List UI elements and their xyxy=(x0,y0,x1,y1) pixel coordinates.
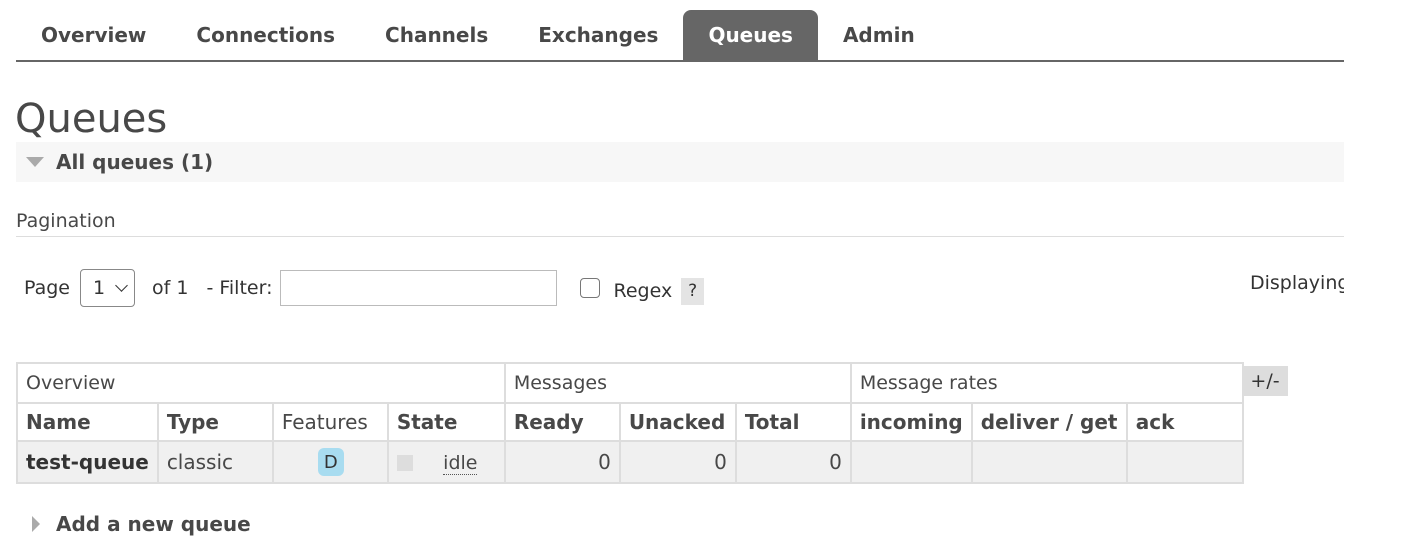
section-label: All queues (1) xyxy=(56,150,214,174)
tab-exchanges[interactable]: Exchanges xyxy=(513,10,683,60)
main-nav-tabs: Overview Connections Channels Exchanges … xyxy=(16,10,1344,62)
queue-ready: 0 xyxy=(503,440,621,484)
queue-type: classic xyxy=(156,440,274,484)
state-indicator-icon xyxy=(396,455,413,472)
queue-state: idle xyxy=(386,440,506,484)
table-header-row: Name Type Features State Ready Unacked T… xyxy=(16,402,1244,442)
col-ready[interactable]: Ready xyxy=(503,402,621,442)
group-messages: Messages xyxy=(503,362,852,404)
queue-unacked: 0 xyxy=(618,440,737,484)
rabbitmq-management-page: Overview Connections Channels Exchanges … xyxy=(0,0,1410,554)
col-incoming[interactable]: incoming xyxy=(849,402,973,442)
pagination-controls: Page 1 of 1 - Filter: Regex ? xyxy=(24,268,705,308)
group-overview: Overview xyxy=(16,362,506,404)
collapse-triangle-icon xyxy=(26,157,44,167)
chevron-down-icon xyxy=(115,279,128,292)
filter-input[interactable] xyxy=(280,270,558,306)
col-deliver-get[interactable]: deliver / get xyxy=(970,402,1128,442)
col-ack[interactable]: ack xyxy=(1125,402,1244,442)
tab-overview[interactable]: Overview xyxy=(16,10,171,60)
pagination-heading: Pagination xyxy=(16,210,1344,237)
queue-incoming xyxy=(849,440,973,484)
filter-label: - Filter: xyxy=(206,277,273,299)
tab-admin[interactable]: Admin xyxy=(818,10,940,60)
state-text: idle xyxy=(443,452,478,476)
page-label: Page xyxy=(24,277,70,299)
add-queue-label: Add a new queue xyxy=(56,512,251,536)
durable-badge: D xyxy=(317,448,344,476)
col-type[interactable]: Type xyxy=(156,402,274,442)
all-queues-toggle[interactable]: All queues (1) xyxy=(16,142,1344,182)
page-of-label: of 1 xyxy=(152,277,189,299)
group-message-rates: Message rates xyxy=(849,362,1244,404)
col-state[interactable]: State xyxy=(386,402,506,442)
queue-ack xyxy=(1125,440,1244,484)
tab-queues[interactable]: Queues xyxy=(683,10,818,60)
page-title: Queues xyxy=(15,96,168,142)
expand-triangle-icon xyxy=(32,516,40,532)
col-unacked[interactable]: Unacked xyxy=(618,402,737,442)
queue-features: D xyxy=(271,440,389,484)
queues-table: Overview Messages Message rates Name Typ… xyxy=(16,362,1244,484)
displaying-text: Displaying xyxy=(1250,272,1344,294)
add-queue-toggle[interactable]: Add a new queue xyxy=(32,510,251,538)
queue-deliver-get xyxy=(970,440,1128,484)
tab-connections[interactable]: Connections xyxy=(171,10,360,60)
page-select[interactable]: 1 xyxy=(80,269,135,307)
col-name[interactable]: Name xyxy=(16,402,159,442)
tab-channels[interactable]: Channels xyxy=(360,10,513,60)
toggle-columns-button[interactable]: +/- xyxy=(1242,366,1288,396)
regex-checkbox[interactable] xyxy=(580,278,601,298)
regex-label: Regex xyxy=(613,280,673,302)
regex-help-button[interactable]: ? xyxy=(681,277,705,305)
table-row: test-queue classic D idle 0 0 0 xyxy=(16,440,1244,484)
queue-name-link[interactable]: test-queue xyxy=(16,440,159,484)
page-select-value: 1 xyxy=(93,277,106,299)
queue-total: 0 xyxy=(734,440,852,484)
col-total[interactable]: Total xyxy=(734,402,852,442)
table-group-header-row: Overview Messages Message rates xyxy=(16,362,1244,404)
col-features: Features xyxy=(271,402,389,442)
